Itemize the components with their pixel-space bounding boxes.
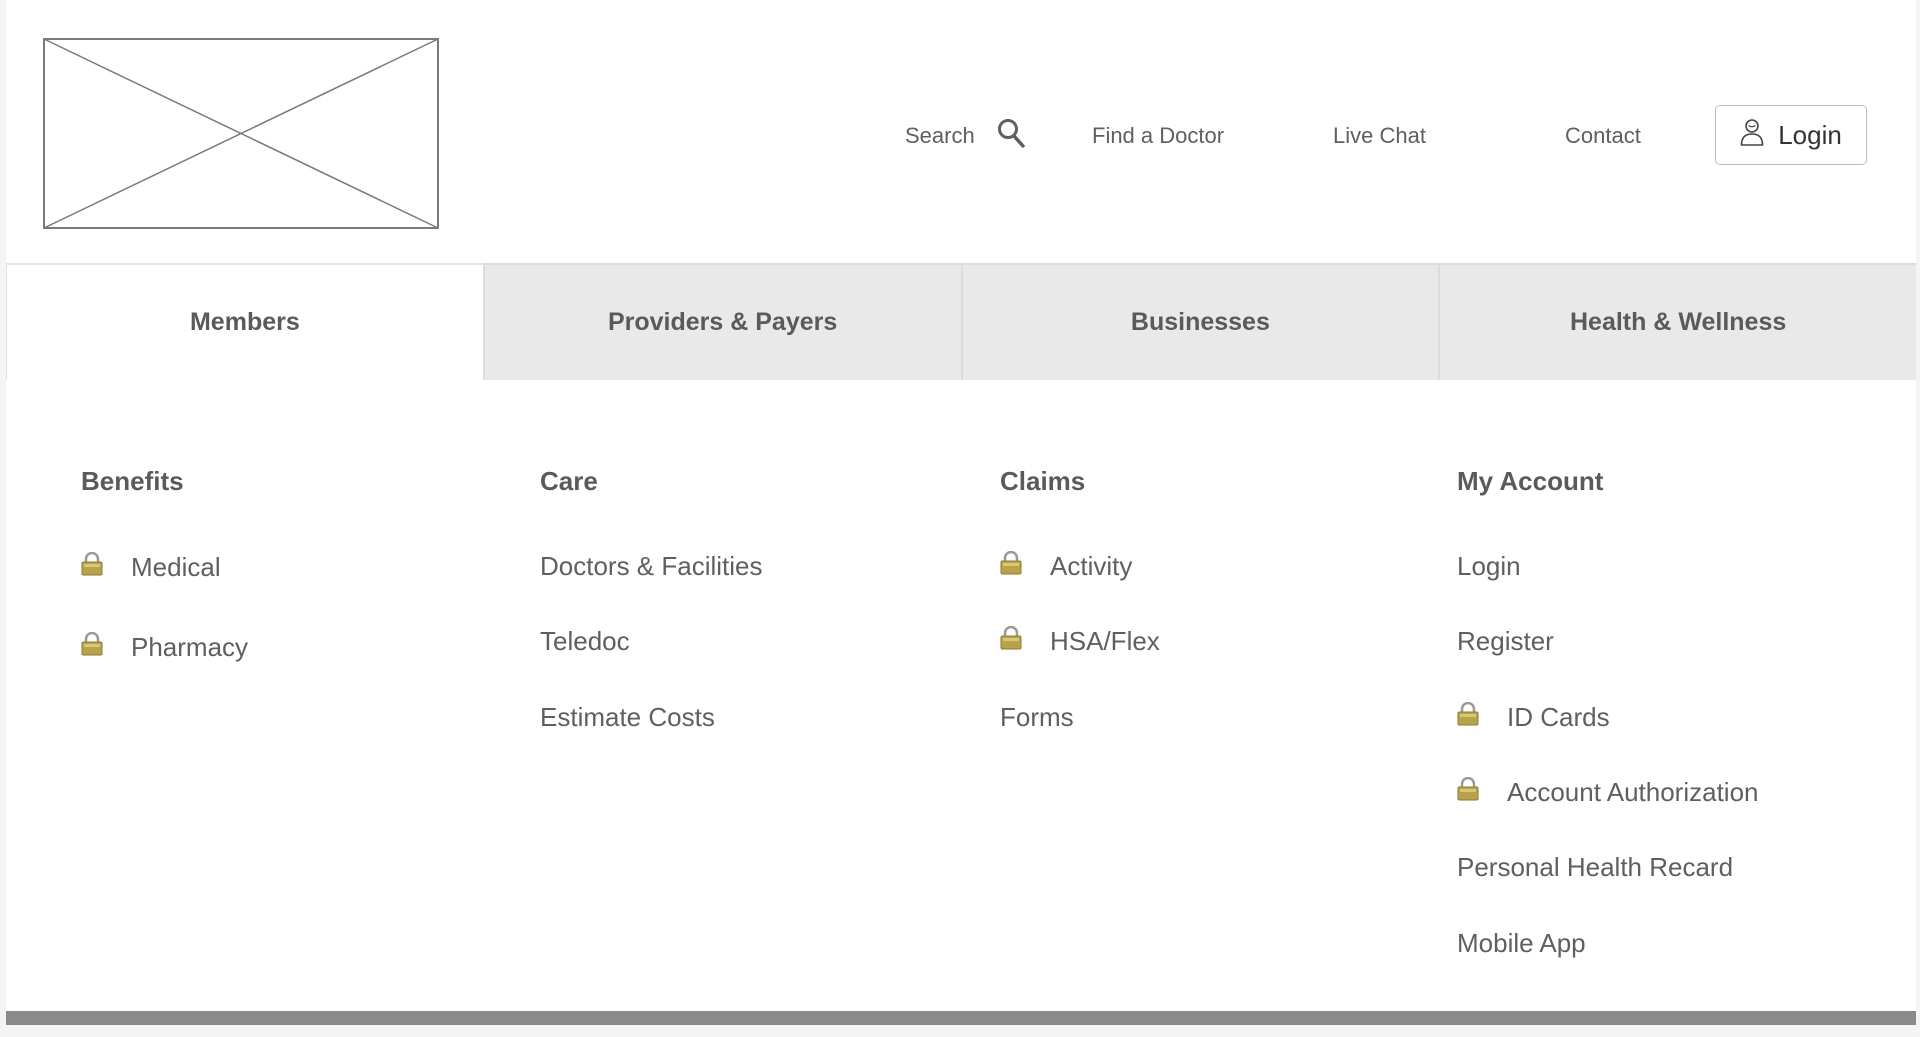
tab-health-wellness[interactable]: Health & Wellness (1438, 263, 1916, 380)
lock-icon (1457, 701, 1479, 733)
lock-icon (1457, 776, 1479, 808)
search-link[interactable]: Search (905, 106, 1025, 166)
menu-item-label: Activity (1050, 551, 1133, 581)
menu-item-label: Pharmacy (131, 632, 249, 662)
menu-item-doctors-facilities[interactable]: Doctors & Facilities (540, 551, 763, 582)
menu-item-teledoc[interactable]: Teledoc (540, 626, 630, 657)
login-button[interactable]: Login (1715, 105, 1867, 165)
lock-icon (81, 551, 103, 583)
menu-item-label: Medical (131, 552, 221, 582)
menu-item-register[interactable]: Register (1457, 626, 1554, 657)
menu-item-pharmacy[interactable]: Pharmacy (81, 631, 249, 663)
menu-item-activity[interactable]: Activity (1000, 550, 1133, 582)
footer-divider-bar (6, 1011, 1916, 1025)
menu-item-forms[interactable]: Forms (1000, 702, 1074, 733)
tab-providers-payers[interactable]: Providers & Payers (482, 263, 961, 380)
user-icon (1740, 118, 1764, 153)
column-title-my-account: My Account (1457, 466, 1604, 496)
live-chat-link[interactable]: Live Chat (1333, 106, 1426, 166)
search-label: Search (905, 123, 975, 148)
menu-column-care: Care Doctors & Facilities Teledoc Estima… (540, 466, 763, 732)
page: Search Find a Doctor Live Chat Contact L… (6, 0, 1916, 1025)
menu-item-hsa-flex[interactable]: HSA/Flex (1000, 625, 1160, 657)
lock-icon (1000, 625, 1022, 657)
column-title-claims: Claims (1000, 466, 1086, 496)
tab-businesses[interactable]: Businesses (960, 263, 1439, 380)
contact-link[interactable]: Contact (1565, 106, 1641, 166)
lock-icon (1000, 550, 1022, 582)
find-doctor-link[interactable]: Find a Doctor (1092, 106, 1224, 166)
menu-item-estimate-costs[interactable]: Estimate Costs (540, 702, 715, 733)
search-icon (997, 118, 1025, 154)
column-title-benefits: Benefits (81, 466, 184, 496)
menu-item-medical[interactable]: Medical (81, 551, 221, 583)
tab-members[interactable]: Members (6, 263, 483, 380)
menu-item-mobile-app[interactable]: Mobile App (1457, 928, 1586, 959)
menu-column-my-account: My Account Login Register ID Cards Accou… (1457, 466, 1759, 958)
menu-item-id-cards[interactable]: ID Cards (1457, 701, 1610, 733)
column-title-care: Care (540, 466, 598, 496)
main-tabs: Members Providers & Payers Businesses He… (6, 263, 1916, 380)
login-button-label: Login (1778, 119, 1842, 150)
menu-column-benefits: Benefits Medical Pharmacy (81, 466, 248, 662)
menu-item-label: Account Authorization (1507, 777, 1759, 807)
menu-item-label: ID Cards (1507, 702, 1610, 732)
lock-icon (81, 631, 103, 663)
menu-item-account-authorization[interactable]: Account Authorization (1457, 776, 1759, 808)
logo-placeholder[interactable] (43, 38, 439, 229)
menu-column-claims: Claims Activity HSA/Flex Forms (1000, 466, 1160, 732)
image-placeholder-icon (43, 38, 439, 229)
menu-item-label: HSA/Flex (1050, 626, 1160, 656)
menu-item-personal-health-record[interactable]: Personal Health Recard (1457, 852, 1733, 883)
menu-item-login[interactable]: Login (1457, 551, 1521, 582)
